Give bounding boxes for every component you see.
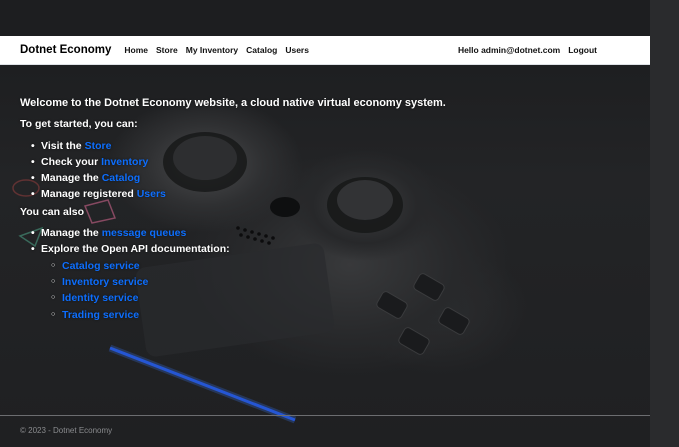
nav-users[interactable]: Users xyxy=(285,45,309,55)
step-text: Manage registered xyxy=(41,188,137,201)
inventory-link[interactable]: Inventory xyxy=(101,156,148,168)
api-docs-text: Explore the Open API documentation: xyxy=(41,243,230,256)
footer-divider xyxy=(0,415,650,416)
also-text: You can also xyxy=(20,205,84,218)
logout-button[interactable]: Logout xyxy=(568,45,597,55)
list-item: Inventory service xyxy=(51,274,630,291)
footer: © 2023 - Dotnet Economy xyxy=(20,426,112,435)
list-item: Check your Inventory xyxy=(31,154,630,171)
queues-text: Manage the xyxy=(41,227,102,240)
nav-catalog[interactable]: Catalog xyxy=(246,45,277,55)
catalog-service-link[interactable]: Catalog service xyxy=(62,260,140,272)
list-item: Visit the Store xyxy=(31,138,630,155)
step-text: Check your xyxy=(41,155,102,168)
intro-text: To get started, you can: xyxy=(20,118,138,131)
list-item: Explore the Open API documentation: Cata… xyxy=(31,241,630,323)
store-link[interactable]: Store xyxy=(85,140,112,152)
top-background xyxy=(0,0,650,36)
step-text: Visit the xyxy=(41,139,85,152)
step-text: Manage the xyxy=(41,172,102,185)
identity-service-link[interactable]: Identity service xyxy=(62,292,138,304)
nav-store[interactable]: Store xyxy=(156,45,178,55)
list-item: Manage the message queues xyxy=(31,225,630,242)
navbar: Dotnet Economy Home Store My Inventory C… xyxy=(0,36,650,65)
list-item: Identity service xyxy=(51,290,630,307)
api-services-list: Catalog service Inventory service Identi… xyxy=(51,258,630,323)
users-link[interactable]: Users xyxy=(137,188,166,200)
page-title: Welcome to the Dotnet Economy website, a… xyxy=(20,97,446,109)
trading-service-link[interactable]: Trading service xyxy=(62,309,139,321)
list-item: Catalog service xyxy=(51,258,630,275)
nav-links: Home Store My Inventory Catalog Users xyxy=(124,45,309,55)
copyright-text: © 2023 - Dotnet Economy xyxy=(20,426,113,435)
brand-link[interactable]: Dotnet Economy xyxy=(20,44,111,56)
list-item: Manage registered Users xyxy=(31,186,630,203)
catalog-link[interactable]: Catalog xyxy=(102,172,141,184)
user-menu: Hello admin@dotnet.com Logout xyxy=(458,45,597,55)
list-item: Trading service xyxy=(51,307,630,324)
list-item: Manage the Catalog xyxy=(31,170,630,187)
user-greeting[interactable]: Hello admin@dotnet.com xyxy=(458,45,560,55)
also-list: Manage the message queues Explore the Op… xyxy=(31,225,630,323)
nav-home[interactable]: Home xyxy=(124,45,148,55)
getting-started-list: Visit the Store Check your Inventory Man… xyxy=(31,138,630,203)
nav-my-inventory[interactable]: My Inventory xyxy=(186,45,238,55)
window-edge xyxy=(650,0,679,447)
message-queues-link[interactable]: message queues xyxy=(102,227,187,239)
inventory-service-link[interactable]: Inventory service xyxy=(62,276,148,288)
main-content: Welcome to the Dotnet Economy website, a… xyxy=(20,95,630,324)
